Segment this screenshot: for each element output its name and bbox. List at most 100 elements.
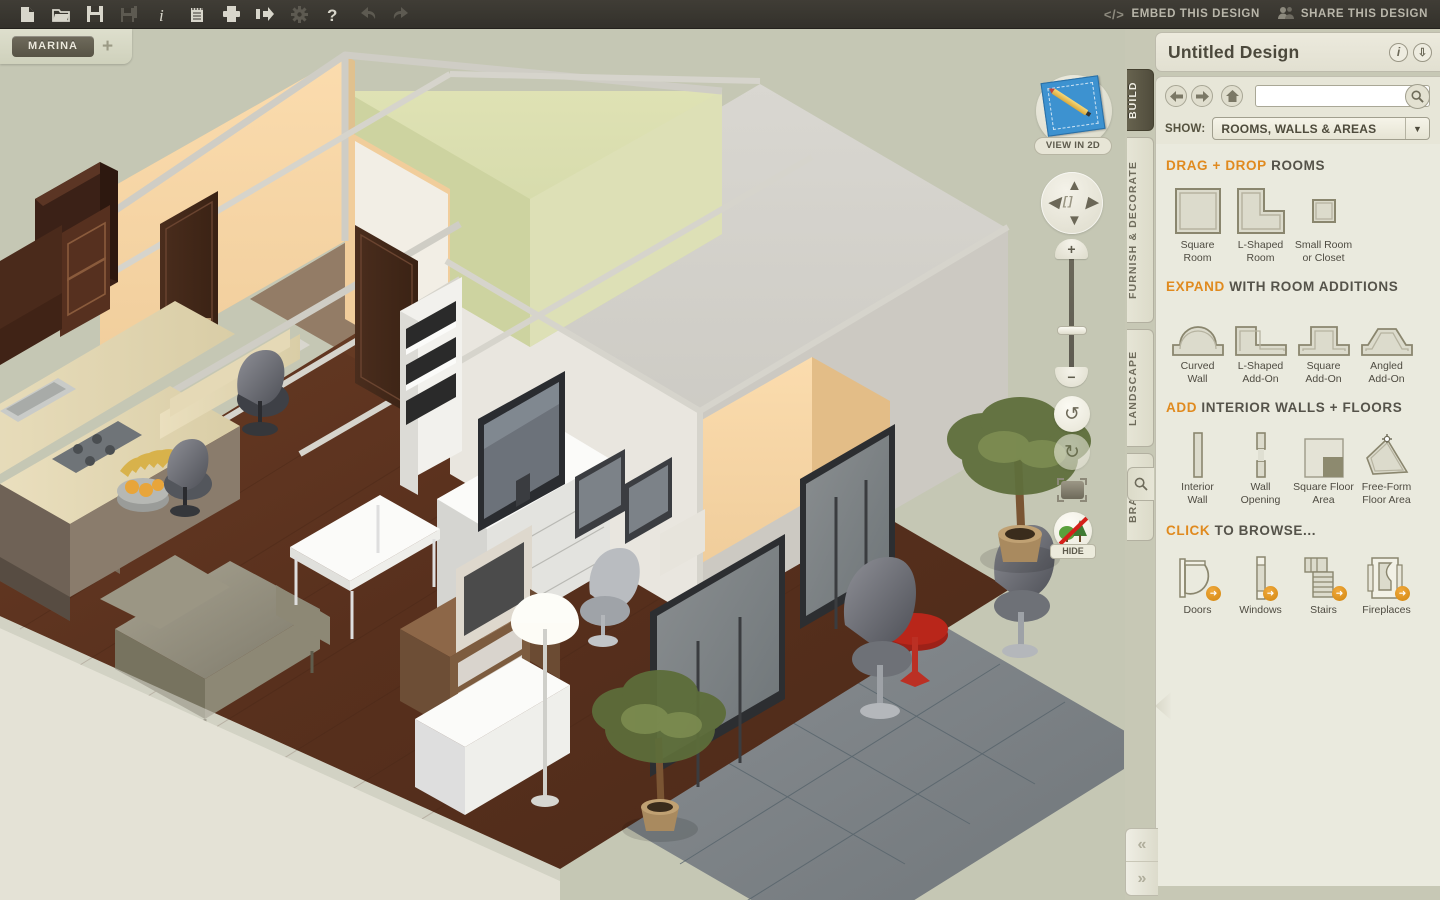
print-icon[interactable] <box>214 1 248 27</box>
share-design-button[interactable]: SHARE THIS DESIGN <box>1277 6 1428 22</box>
section-heading: EXPAND WITH ROOM ADDITIONS <box>1166 279 1430 294</box>
angled-addon-icon <box>1355 301 1418 357</box>
item-label: L-Shaped Add-On <box>1237 360 1284 385</box>
crop-corner-br-icon <box>1080 495 1087 502</box>
chevron-down-icon[interactable]: ▼ <box>1405 118 1429 139</box>
section-items: Curved Wall L-Shaped Add-On Square Add-O… <box>1166 301 1430 386</box>
panel-search-input[interactable] <box>1256 87 1429 105</box>
crop-corner-bl-icon <box>1057 495 1064 502</box>
vertical-tab-furnish-decorate[interactable]: FURNISH & DECORATE <box>1127 137 1154 323</box>
section-click-to-browse: CLICK TO BROWSE... ➜ Doors ➜ Windows ➜ S… <box>1156 523 1440 617</box>
panel-drag-handle-arrow[interactable] <box>1156 692 1171 720</box>
collapse-panel-left-button[interactable]: « <box>1126 829 1158 862</box>
item-square-add-on[interactable]: Square Add-On <box>1292 301 1355 386</box>
export-arrow-icon[interactable] <box>248 1 282 27</box>
item-curved-wall[interactable]: Curved Wall <box>1166 301 1229 386</box>
small-room-icon <box>1292 180 1355 236</box>
item-label: Wall Opening <box>1240 481 1281 506</box>
item-small-room-or-closet[interactable]: Small Room or Closet <box>1292 180 1355 265</box>
share-design-label: SHARE THIS DESIGN <box>1300 8 1428 20</box>
item-label: Doors <box>1183 604 1212 616</box>
help-icon[interactable]: ? <box>316 1 350 27</box>
panel-search-submit-button[interactable] <box>1405 84 1430 109</box>
panel-search-tab[interactable] <box>1127 467 1154 501</box>
item-label: Small Room or Closet <box>1294 239 1353 264</box>
save-icon[interactable] <box>78 1 112 27</box>
panel-info-button[interactable]: i <box>1389 42 1408 62</box>
item-label: Square Room <box>1180 239 1215 264</box>
square-room-icon <box>1166 180 1229 236</box>
show-filter-select[interactable]: ROOMS, WALLS & AREAS ▼ <box>1212 117 1430 140</box>
save-as-icon[interactable] <box>112 1 146 27</box>
item-windows[interactable]: ➜ Windows <box>1229 545 1292 617</box>
zoom-slider-track[interactable] <box>1069 242 1074 382</box>
expand-panel-right-button[interactable]: » <box>1126 862 1158 895</box>
item-stairs[interactable]: ➜ Stairs <box>1292 545 1355 617</box>
item-square-room[interactable]: Square Room <box>1166 180 1229 265</box>
section-add-interior-walls-floors: ADD INTERIOR WALLS + FLOORS Interior Wall <box>1156 400 1440 507</box>
item-label: L-Shaped Room <box>1237 239 1284 264</box>
design-tab-marina[interactable]: MARINA <box>12 36 94 57</box>
nav-back-button[interactable] <box>1165 85 1187 107</box>
interior-wall-icon <box>1166 422 1229 478</box>
redo-icon[interactable] <box>384 1 418 27</box>
stairs-icon: ➜ <box>1292 545 1355 601</box>
undo-icon[interactable] <box>350 1 384 27</box>
view-in-2d-label[interactable]: VIEW IN 2D <box>1034 137 1112 155</box>
item-wall-opening[interactable]: Wall Opening <box>1229 422 1292 507</box>
free-form-floor-area-icon <box>1355 422 1418 478</box>
crop-corner-tl-icon <box>1057 478 1064 485</box>
item-l-shaped-add-on[interactable]: L-Shaped Add-On <box>1229 301 1292 386</box>
vertical-tab-build[interactable]: BUILD <box>1127 69 1154 131</box>
panel-search-box[interactable] <box>1255 84 1430 109</box>
panel-nav-search-area: SHOW: ROOMS, WALLS & AREAS ▼ <box>1155 76 1440 144</box>
arrow-right-icon <box>1195 90 1209 102</box>
settings-gear-icon[interactable] <box>282 1 316 27</box>
section-accent: DRAG + DROP <box>1166 158 1267 173</box>
item-free-form-floor-area[interactable]: Free-Form Floor Area <box>1355 422 1418 507</box>
pan-up-button[interactable]: ▲ <box>1067 178 1082 193</box>
pan-control-pad[interactable]: ▲ ▼ ◀ ▶ [ ] <box>1041 172 1103 234</box>
notepad-icon[interactable] <box>180 1 214 27</box>
capture-frame-button[interactable] <box>1057 478 1087 502</box>
info-icon[interactable]: i <box>146 1 180 27</box>
open-folder-icon[interactable] <box>44 1 78 27</box>
add-design-tab-button[interactable]: + <box>102 37 113 56</box>
vertical-tab-landscape[interactable]: LANDSCAPE <box>1127 329 1154 447</box>
browse-badge-icon: ➜ <box>1332 586 1347 601</box>
item-interior-wall[interactable]: Interior Wall <box>1166 422 1229 507</box>
square-addon-icon <box>1292 301 1355 357</box>
section-heading: ADD INTERIOR WALLS + FLOORS <box>1166 400 1430 415</box>
pan-left-button[interactable]: ◀ <box>1048 195 1060 210</box>
l-shaped-room-icon <box>1229 180 1292 236</box>
item-angled-add-on[interactable]: Angled Add-On <box>1355 301 1418 386</box>
section-rest: WITH ROOM ADDITIONS <box>1229 279 1399 294</box>
window-icon: ➜ <box>1229 545 1292 601</box>
item-fireplaces[interactable]: ➜ Fireplaces <box>1355 545 1418 617</box>
browse-badge-icon: ➜ <box>1395 586 1410 601</box>
pan-down-button[interactable]: ▼ <box>1067 213 1082 228</box>
arrow-left-icon <box>1169 90 1183 102</box>
nav-forward-button[interactable] <box>1191 85 1213 107</box>
panel-collapse-button[interactable]: ⇩ <box>1413 42 1432 62</box>
zoom-slider-handle[interactable] <box>1057 326 1087 335</box>
panel-body: Untitled Design i ⇩ SHOW: ROOMS, WALLS &… <box>1155 29 1440 900</box>
design-title: Untitled Design <box>1168 41 1300 62</box>
design-canvas-3d[interactable]: VIEW IN 2D ▲ ▼ ◀ ▶ [ ] + − ↺ ↻ HIDE <box>0 29 1124 900</box>
pan-right-button[interactable]: ▶ <box>1086 195 1098 210</box>
wall-opening-icon <box>1229 422 1292 478</box>
item-l-shaped-room[interactable]: L-Shaped Room <box>1229 180 1292 265</box>
rotate-ccw-button[interactable]: ↺ <box>1054 396 1090 432</box>
item-label: Angled Add-On <box>1368 360 1405 385</box>
item-square-floor-area[interactable]: Square Floor Area <box>1292 422 1355 507</box>
new-file-icon[interactable] <box>10 1 44 27</box>
share-people-icon <box>1277 6 1294 22</box>
browse-badge-icon: ➜ <box>1206 586 1221 601</box>
pan-center-button[interactable]: [ ] <box>1063 195 1072 207</box>
item-doors[interactable]: ➜ Doors <box>1166 545 1229 617</box>
rotate-cw-button[interactable]: ↻ <box>1054 434 1090 470</box>
section-expand-room-additions: EXPAND WITH ROOM ADDITIONS Curved Wall L… <box>1156 279 1440 386</box>
section-items: ➜ Doors ➜ Windows ➜ Stairs ➜ Fireplaces <box>1166 545 1430 617</box>
embed-design-button[interactable]: </> EMBED THIS DESIGN <box>1104 7 1260 22</box>
nav-home-button[interactable] <box>1221 85 1243 107</box>
